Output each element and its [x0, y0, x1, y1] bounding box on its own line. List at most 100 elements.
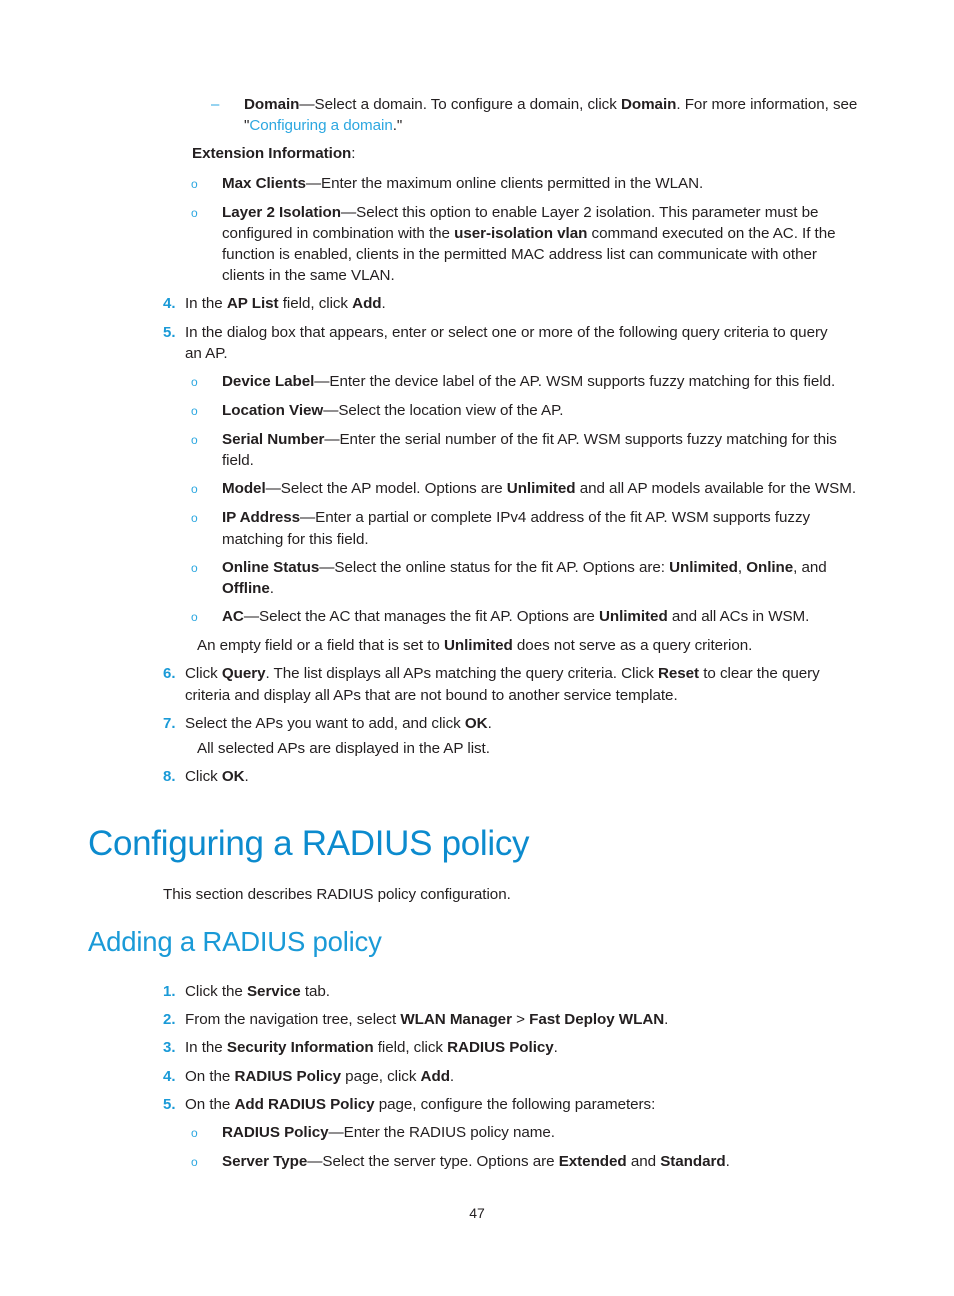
- list-item: o Model—Select the AP model. Options are…: [187, 478, 954, 500]
- list-item: o Device Label—Enter the device label of…: [187, 371, 954, 393]
- step-text: In the Security Information field, click…: [185, 1037, 844, 1058]
- circle-bullet-icon: o: [191, 404, 198, 419]
- term-label: Device Label: [222, 373, 315, 391]
- list-item: 1. Click the Service tab.: [150, 981, 954, 1002]
- step-text: Click the Service tab.: [185, 981, 844, 1002]
- body-text-a: From the navigation tree, select: [185, 1011, 401, 1029]
- radius-steps-group: 1. Click the Service tab. 2. From the na…: [150, 981, 954, 1115]
- step-text: Click Query. The list displays all APs m…: [185, 663, 844, 705]
- step-number: 3.: [163, 1039, 176, 1057]
- inline-bold-b: Online: [746, 558, 794, 576]
- body-text-b: tab.: [300, 983, 330, 1000]
- term-label: Online Status: [222, 558, 320, 576]
- inline-bold-a: Unlimited: [443, 637, 513, 655]
- body-text-a: Select the AC that manages the fit AP. O…: [258, 608, 599, 626]
- list-item: o Online Status—Select the online status…: [187, 557, 954, 599]
- subsection-heading-adding-radius-policy: Adding a RADIUS policy: [88, 926, 382, 957]
- separator: —: [243, 608, 259, 626]
- inline-bold-a: Security Information: [226, 1039, 374, 1057]
- inline-bold-c: Offline: [222, 580, 270, 598]
- section-intro-text: This section describes RADIUS policy con…: [163, 886, 511, 903]
- term-label: Serial Number: [222, 431, 325, 449]
- step-text: In the AP List field, click Add.: [185, 293, 844, 314]
- document-page: – Domain — Select a domain. To configure a…: [0, 0, 954, 1296]
- body-text-a: In the: [185, 1039, 227, 1057]
- list-item-text: AC—Select the AC that manages the fit AP…: [222, 606, 858, 627]
- list-item: – Domain—Select a domain. To configure a…: [209, 94, 954, 136]
- term-label: RADIUS Policy: [222, 1124, 329, 1142]
- list-item-text: Model—Select the AP model. Options are U…: [222, 478, 858, 499]
- circle-bullet-icon: o: [191, 482, 198, 497]
- inline-bold-a: OK: [464, 714, 488, 732]
- all-selected-aps-note: All selected APs are displayed in the AP…: [197, 740, 490, 758]
- inline-bold: Domain: [620, 96, 677, 113]
- section-intro-wrapper: This section describes RADIUS policy con…: [0, 884, 954, 905]
- extension-label-colon: :: [351, 145, 356, 163]
- body-text-b: . The list displays all APs matching the…: [265, 665, 658, 683]
- body-text-a: Select the server type. Options are: [322, 1153, 559, 1171]
- query-criteria-group: o Device Label—Enter the device label of…: [187, 371, 954, 628]
- inline-bold-a: OK: [221, 768, 245, 786]
- page-number: 47: [469, 1205, 485, 1221]
- dash-bullet-icon: –: [211, 96, 220, 113]
- step-number: 5.: [163, 1095, 176, 1113]
- inline-bold-a: AP List: [226, 295, 279, 313]
- top-content-section: – Domain — Select a domain. To configure a…: [0, 94, 954, 794]
- list-item-text: Online Status—Select the online status f…: [222, 557, 858, 599]
- inline-bold-a: Unlimited: [669, 558, 738, 576]
- term-label: AC: [222, 608, 244, 626]
- term-label: Layer 2 Isolation: [222, 203, 342, 221]
- step-number: 7.: [163, 714, 176, 732]
- body-text-b: field, click: [373, 1039, 448, 1057]
- inline-bold-a: Unlimited: [598, 608, 668, 626]
- step-number: 5.: [163, 323, 176, 341]
- list-item: o Location View—Select the location view…: [187, 400, 954, 422]
- inline-bold-b: RADIUS Policy: [447, 1039, 554, 1057]
- list-item: 6. Click Query. The list displays all AP…: [150, 663, 954, 705]
- body-text-a: Click the: [185, 983, 247, 1000]
- list-item-text: Serial Number—Enter the serial number of…: [222, 429, 858, 471]
- inline-bold-a: RADIUS Policy: [234, 1067, 341, 1085]
- dash-bullet-group: – Domain—Select a domain. To configure a…: [209, 94, 954, 136]
- body-text-a: Select the APs you want to add, and clic…: [185, 714, 465, 732]
- step-number: 4.: [163, 1067, 176, 1085]
- list-item: 5. On the Add RADIUS Policy page, config…: [150, 1094, 954, 1115]
- step-text: Select the APs you want to add, and clic…: [185, 713, 844, 734]
- circle-bullet-icon: o: [191, 433, 198, 448]
- term-label: Server Type: [222, 1153, 308, 1171]
- body-text: Enter the RADIUS policy name.: [343, 1124, 555, 1142]
- circle-bullet-icon: o: [191, 511, 198, 526]
- body-text-a: Click: [185, 665, 222, 683]
- list-item: o AC—Select the AC that manages the fit …: [187, 606, 954, 628]
- circle-bullet-icon: o: [191, 610, 198, 625]
- inline-bold-b: Reset: [657, 665, 700, 683]
- section-heading-configuring-radius-policy: Configuring a RADIUS policy: [88, 824, 530, 863]
- body-text-d: .: [269, 580, 274, 598]
- body-text-c: .: [664, 1011, 669, 1029]
- body-text-b: page, click: [341, 1067, 421, 1085]
- inline-bold-a: WLAN Manager: [400, 1011, 512, 1029]
- body-text-b: page, configure the following parameters…: [374, 1095, 656, 1113]
- term-label: IP Address: [222, 509, 301, 527]
- bottom-content-section: 1. Click the Service tab. 2. From the na…: [0, 981, 954, 1180]
- body-text-b: does not serve as a query criterion.: [512, 637, 753, 655]
- list-item: o Server Type—Select the server type. Op…: [187, 1151, 954, 1173]
- list-item-text: Device Label—Enter the device label of t…: [222, 371, 858, 392]
- separator: —: [341, 203, 357, 221]
- numbered-steps-group-upper: 4. In the AP List field, click Add. 5. I…: [150, 293, 954, 364]
- circle-bullet-icon: o: [191, 205, 198, 220]
- body-text-a: Select the AP model. Options are: [280, 480, 507, 498]
- inline-bold-b: Fast Deploy WLAN: [529, 1011, 665, 1029]
- body-text-a: On the: [185, 1067, 235, 1085]
- list-item-text: IP Address—Enter a partial or complete I…: [222, 507, 858, 549]
- radius-params-group: o RADIUS Policy—Enter the RADIUS policy …: [187, 1122, 954, 1173]
- list-item-text: RADIUS Policy—Enter the RADIUS policy na…: [222, 1122, 858, 1143]
- inline-bold-a: Add RADIUS Policy: [234, 1095, 375, 1113]
- list-item: 8. Click OK.: [150, 766, 954, 787]
- list-item: o Layer 2 Isolation—Select this option t…: [187, 202, 954, 287]
- cross-reference-link[interactable]: Configuring a domain: [249, 117, 392, 134]
- body-text: Select a domain. To configure a domain, …: [314, 96, 621, 113]
- body-text-b: and: [626, 1153, 661, 1171]
- list-item-text: Max Clients—Enter the maximum online cli…: [222, 173, 858, 194]
- body-text-c: .: [725, 1153, 730, 1171]
